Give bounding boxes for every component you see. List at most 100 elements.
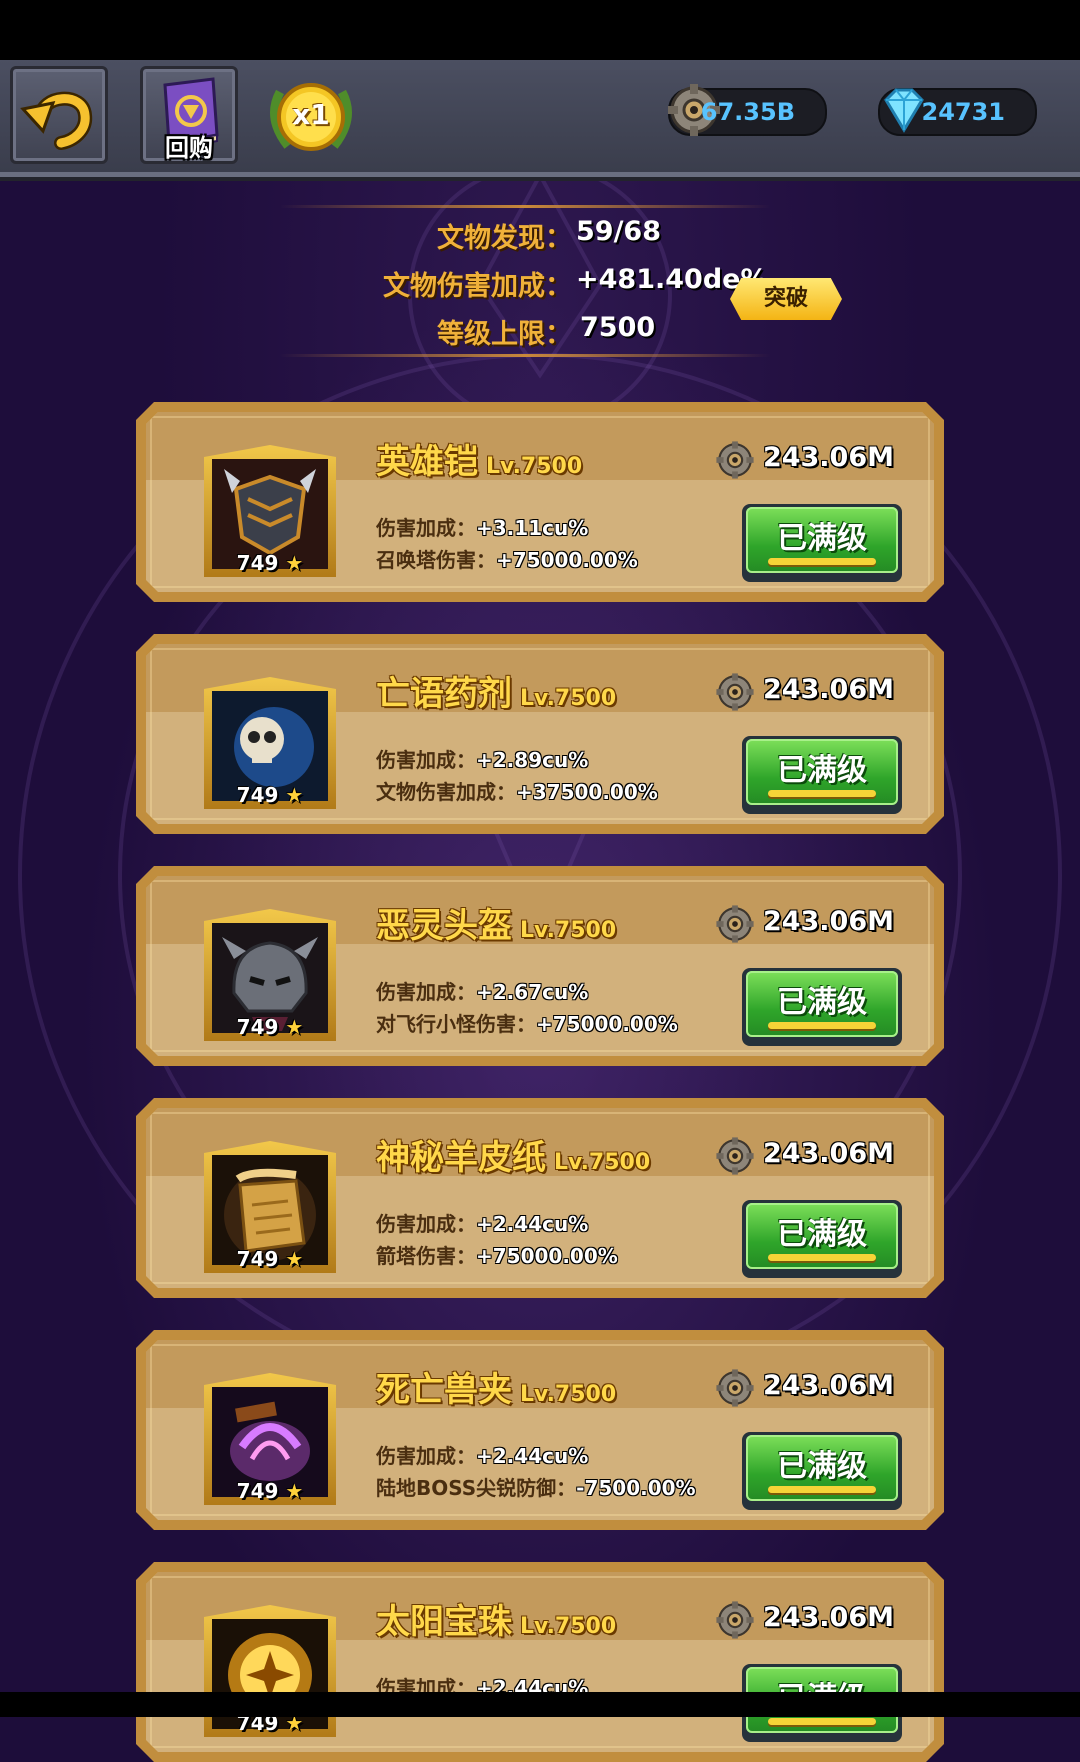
max-level-button-face: 已满级 [746,739,898,805]
gear-icon [715,1136,755,1176]
max-level-button-face: 已满级 [746,507,898,573]
max-level-button[interactable]: 已满级 [742,736,902,814]
artifact-count: 749 ★ [236,1247,304,1271]
artifact-name: 恶灵头盔 Lv.7500 [376,906,617,946]
cost-value: 243.06M [762,1138,894,1169]
stat-line-2: 箭塔伤害：+75000.00% [376,1244,618,1268]
back-button[interactable] [10,66,108,164]
summary-divider-top [280,205,770,208]
gear-icon [715,1368,755,1408]
max-level-button[interactable]: 已满级 [742,504,902,582]
max-level-button-face: 已满级 [746,1203,898,1269]
star-icon: ★ [285,551,304,575]
cap-value: 7500 [580,312,656,343]
stat-line-1: 伤害加成：+2.44cu% [376,1212,589,1236]
artifact-card-5: 749 ★ 死亡兽夹 Lv.7500 243.06M 伤害加成：+2.44cu% … [136,1330,944,1530]
stat-line-1: 伤害加成：+2.89cu% [376,748,589,772]
gear-currency: 67.35B [668,84,827,136]
artifact-count: 749 ★ [236,783,304,807]
max-level-bar [768,1022,876,1029]
artifact-name: 亡语药剂 Lv.7500 [376,674,617,714]
upgrade-cost: 243.06M [763,906,894,946]
artifact-level: Lv.7500 [520,686,617,711]
max-level-label: 已满级 [777,985,867,1020]
max-level-label: 已满级 [777,1217,867,1252]
artifact-icon-frame[interactable]: 749 ★ [204,445,336,577]
max-level-bar [768,1486,876,1493]
card-body: 749 ★ 恶灵头盔 Lv.7500 243.06M 伤害加成：+2.67cu% … [146,876,934,1056]
max-level-label: 已满级 [777,1449,867,1484]
upgrade-cost: 243.06M [763,1370,894,1410]
artifact-level: Lv.7500 [486,454,583,479]
damage-key: 文物伤害加成： [383,271,572,302]
gear-icon [715,440,755,480]
star-icon: ★ [285,1479,304,1503]
cost-value: 243.06M [762,674,894,705]
artifact-name: 神秘羊皮纸 Lv.7500 [376,1138,651,1178]
max-level-button[interactable]: 已满级 [742,968,902,1046]
stat-line-2: 召唤塔伤害：+75000.00% [376,548,638,572]
stat-line-1: 伤害加成：+2.44cu% [376,1444,589,1468]
star-icon: ★ [285,1015,304,1039]
artifact-level: Lv.7500 [520,1382,617,1407]
artifact-level: Lv.7500 [520,1614,617,1639]
gear-icon [715,672,755,712]
max-level-label: 已满级 [777,753,867,788]
artifact-count: 749 ★ [236,551,304,575]
artifact-icon-frame[interactable]: 749 ★ [204,677,336,809]
stat-line-2: 文物伤害加成：+37500.00% [376,780,658,804]
gear-icon [715,1600,755,1640]
artifact-icon-frame[interactable]: 749 ★ [204,1373,336,1505]
max-level-bar [768,1718,876,1725]
artifact-level: Lv.7500 [520,918,617,943]
undo-arrow-icon [20,91,93,150]
artifact-card-4: 749 ★ 神秘羊皮纸 Lv.7500 243.06M 伤害加成：+2.44cu%… [136,1098,944,1298]
found-value: 59/68 [576,216,662,247]
gem-currency: 24731 [878,88,1037,136]
gear-value: 67.35B [700,98,795,126]
gem-value: 24731 [921,98,1006,126]
artifact-name: 死亡兽夹 Lv.7500 [376,1370,617,1410]
stat-line-2: 陆地BOSS尖锐防御：-7500.00% [376,1476,696,1500]
buyback-label: 回购 [165,134,213,162]
max-level-bar [768,790,876,797]
bottom-edge [0,1692,1080,1717]
artifact-count: 749 ★ [236,1015,304,1039]
artifact-card-3: 749 ★ 恶灵头盔 Lv.7500 243.06M 伤害加成：+2.67cu% … [136,866,944,1066]
upgrade-cost: 243.06M [763,674,894,714]
artifact-icon-frame[interactable]: 749 ★ [204,1605,336,1737]
buyback-button[interactable]: 回购 [140,66,238,164]
card-body: 749 ★ 神秘羊皮纸 Lv.7500 243.06M 伤害加成：+2.44cu%… [146,1108,934,1288]
max-level-button-face: 已满级 [746,1435,898,1501]
artifact-name: 英雄铠 Lv.7500 [376,442,583,482]
cost-value: 243.06M [762,1370,894,1401]
max-level-label: 已满级 [777,521,867,556]
card-body: 749 ★ 亡语药剂 Lv.7500 243.06M 伤害加成：+2.89cu% … [146,644,934,824]
summary-divider-bottom [280,354,770,357]
card-body: 749 ★ 太阳宝珠 Lv.7500 243.06M 伤害加成：+2.44cu% [146,1572,934,1752]
max-level-bar [768,558,876,565]
cost-value: 243.06M [762,906,894,937]
upgrade-cost: 243.06M [763,442,894,482]
artifact-icon-frame[interactable]: 749 ★ [204,1141,336,1273]
artifact-icon-frame[interactable]: 749 ★ [204,909,336,1041]
star-icon: ★ [285,1247,304,1271]
artifact-card-1: 749 ★ 英雄铠 Lv.7500 243.06M 伤害加成：+3.11cu% 召… [136,402,944,602]
stat-line-2: 对飞行小怪伤害：+75000.00% [376,1012,678,1036]
found-key: 文物发现： [437,223,572,254]
card-body: 749 ★ 死亡兽夹 Lv.7500 243.06M 伤害加成：+2.44cu% … [146,1340,934,1520]
cost-value: 243.06M [762,1602,894,1633]
breakthrough-button[interactable]: 突破 [730,278,842,320]
top-bar: 回购 x1 67.35B 24731 [0,60,1080,177]
speed-multiplier-button[interactable]: x1 [262,72,360,162]
max-level-button-face: 已满级 [746,971,898,1037]
upgrade-cost: 243.06M [763,1138,894,1178]
artifact-card-2: 749 ★ 亡语药剂 Lv.7500 243.06M 伤害加成：+2.89cu% … [136,634,944,834]
max-level-button[interactable]: 已满级 [742,1432,902,1510]
max-level-button[interactable]: 已满级 [742,1200,902,1278]
star-icon: ★ [285,783,304,807]
artifact-level: Lv.7500 [554,1150,651,1175]
status-bar-area [0,0,1080,60]
gear-icon [715,904,755,944]
artifact-count: 749 ★ [236,1479,304,1503]
